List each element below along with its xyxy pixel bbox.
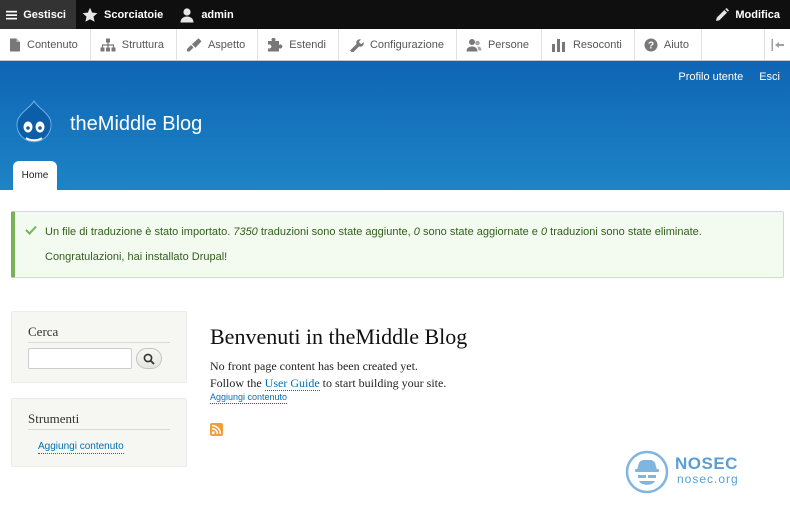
tools-add-content-link[interactable]: Aggiungi contenuto (38, 441, 124, 454)
edit-button[interactable]: Modifica (709, 0, 790, 29)
puzzle-icon (268, 37, 283, 51)
tray-label: Aspetto (207, 38, 246, 51)
tools-block: Strumenti Aggiungi contenuto (11, 398, 187, 467)
nosec-logo-icon (625, 450, 669, 494)
main-menu-home-tab[interactable]: Home (13, 161, 57, 190)
rss-feed-icon[interactable] (210, 423, 223, 436)
page-title: Benvenuti in theMiddle Blog (210, 324, 468, 349)
site-header: Profilo utente Esci theMiddle Blog Home (0, 61, 790, 190)
help-icon: ? (644, 38, 658, 51)
star-icon (82, 7, 98, 22)
user-label: admin (201, 8, 234, 21)
watermark-domain: nosec.org (677, 472, 739, 486)
user-button[interactable]: admin (173, 0, 243, 29)
add-content-link[interactable]: Aggiungi contenuto (210, 392, 288, 404)
search-block: Cerca (11, 311, 187, 383)
bar-chart-icon (551, 38, 565, 52)
status-message: Un file di traduzione è stato importato.… (11, 211, 784, 278)
people-icon (466, 38, 482, 51)
toolbar-orientation-toggle[interactable] (764, 29, 790, 60)
paintbrush-icon (186, 37, 202, 51)
file-icon (10, 38, 20, 51)
admin-toolbar: Gestisci Scorciatoie admin Modifica (0, 0, 790, 29)
user-profile-link[interactable]: Profilo utente (678, 71, 743, 83)
arrow-left-bar-icon (771, 38, 784, 51)
search-button[interactable] (136, 348, 162, 369)
tray-item-extend[interactable]: Estendi (258, 29, 339, 60)
shortcuts-button[interactable]: Scorciatoie (76, 0, 173, 29)
tray-label: Resoconti (572, 38, 622, 51)
divider (28, 342, 170, 343)
tray-label: Configurazione (369, 38, 444, 51)
shortcuts-label: Scorciatoie (104, 8, 164, 21)
tools-block-title: Strumenti (28, 411, 80, 426)
user-guide-text: Follow the User Guide to start building … (210, 376, 447, 391)
no-content-text: No front page content has been created y… (210, 359, 418, 373)
tray-label: Contenuto (27, 38, 78, 51)
magnifier-icon (143, 353, 155, 365)
tray-label: Struttura (121, 38, 164, 51)
tray-item-structure[interactable]: Struttura (91, 29, 177, 60)
tray-item-people[interactable]: Persone (457, 29, 542, 60)
tray-item-reports[interactable]: Resoconti (542, 29, 635, 60)
search-input[interactable] (28, 348, 132, 369)
manage-button[interactable]: Gestisci (0, 0, 76, 29)
user-icon (180, 7, 194, 22)
tray-label: Persone (487, 38, 529, 51)
drupal-logo-icon[interactable] (11, 99, 57, 149)
sitemap-icon (100, 38, 116, 51)
tray-item-help[interactable]: ? Aiuto (635, 29, 702, 60)
tray-label: Estendi (289, 38, 326, 51)
menu-icon (6, 10, 18, 19)
svg-text:?: ? (648, 40, 654, 51)
check-icon (25, 225, 37, 235)
secondary-menu: Profilo utente Esci (678, 71, 780, 83)
tray-item-configuration[interactable]: Configurazione (339, 29, 457, 60)
manage-label: Gestisci (23, 8, 66, 21)
divider (28, 429, 170, 430)
search-block-title: Cerca (28, 324, 59, 339)
logout-link[interactable]: Esci (759, 71, 780, 83)
tray-item-appearance[interactable]: Aspetto (177, 29, 259, 60)
site-name[interactable]: theMiddle Blog (70, 113, 202, 136)
user-guide-link[interactable]: User Guide (264, 376, 320, 391)
message-line-import: Un file di traduzione è stato importato.… (45, 226, 702, 238)
message-line-congrats: Congratulazioni, hai installato Drupal! (45, 251, 228, 263)
pencil-icon (716, 7, 730, 21)
wrench-icon (349, 38, 364, 52)
admin-menu-tray: Contenuto Struttura Aspetto Estendi Conf… (0, 29, 790, 61)
nosec-watermark: NOSEC nosec.org (625, 448, 775, 496)
tray-label: Aiuto (663, 38, 689, 51)
tray-item-content[interactable]: Contenuto (0, 29, 91, 60)
watermark-name: NOSEC (675, 454, 738, 473)
edit-label: Modifica (735, 8, 780, 21)
